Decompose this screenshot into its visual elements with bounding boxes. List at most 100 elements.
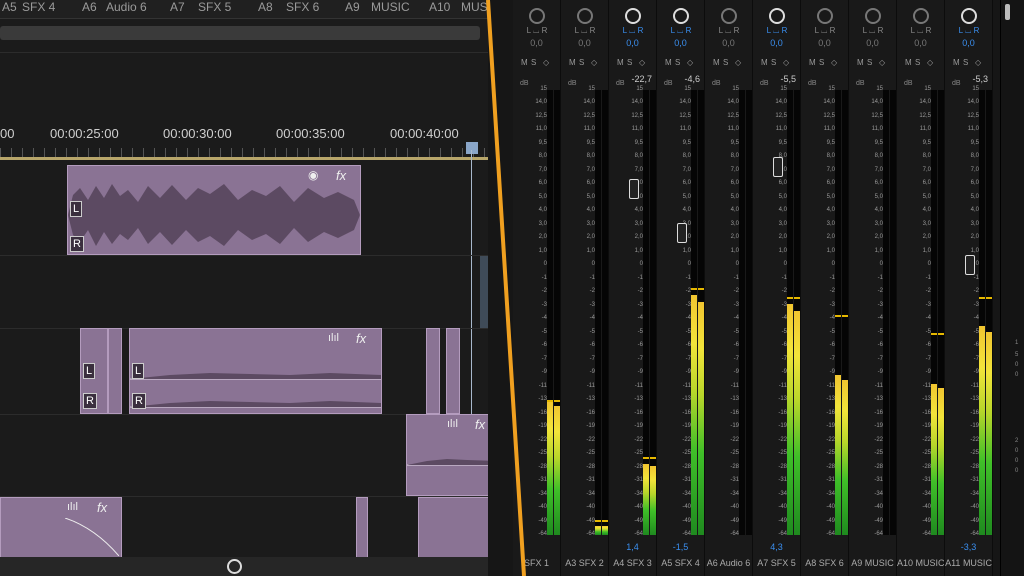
scale-tick-label: -1: [637, 274, 643, 281]
audio-clip[interactable]: [446, 328, 460, 414]
scale-tick-label: 14,0: [775, 99, 787, 106]
solo-button[interactable]: S: [531, 58, 536, 67]
volume-value[interactable]: 4,3: [753, 542, 800, 552]
mute-button[interactable]: M: [569, 58, 576, 67]
work-area-bar[interactable]: [0, 157, 524, 160]
fx-badge[interactable]: fx: [475, 417, 485, 432]
scroll-handle-icon[interactable]: [227, 559, 242, 574]
audio-clip[interactable]: [426, 328, 440, 414]
scale-tick-label: -9: [877, 369, 883, 376]
mute-button[interactable]: M: [761, 58, 768, 67]
mute-button[interactable]: M: [713, 58, 720, 67]
pan-value[interactable]: 0,0: [801, 38, 848, 48]
volume-fader[interactable]: [965, 254, 975, 275]
pan-knob-icon[interactable]: [769, 8, 785, 24]
mute-button[interactable]: M: [809, 58, 816, 67]
pan-knob-icon[interactable]: [625, 8, 641, 24]
scale-tick-label: 2,0: [826, 234, 835, 241]
channel-right-label: R: [83, 393, 97, 409]
pan-value[interactable]: 0,0: [513, 38, 560, 48]
pan-value[interactable]: 0,0: [849, 38, 896, 48]
record-icon[interactable]: ◇: [927, 58, 933, 67]
pan-value[interactable]: 0,0: [753, 38, 800, 48]
pan-knob-icon[interactable]: [961, 8, 977, 24]
audio-clip[interactable]: L R ılıl fx: [129, 328, 382, 414]
pan-knob-icon[interactable]: [817, 8, 833, 24]
record-icon[interactable]: ◇: [735, 58, 741, 67]
horizontal-scrollbar[interactable]: [0, 557, 524, 576]
solo-button[interactable]: S: [771, 58, 776, 67]
volume-value[interactable]: -1,5: [657, 542, 704, 552]
scale-tick-label: -3: [829, 301, 835, 308]
solo-button[interactable]: S: [579, 58, 584, 67]
divider: [0, 52, 524, 53]
audio-clip[interactable]: [108, 328, 122, 414]
audio-icon: ılıl: [447, 418, 458, 430]
scale-tick-label: -22: [538, 436, 547, 443]
audio-clip[interactable]: L R: [80, 328, 108, 414]
record-icon[interactable]: ◇: [831, 58, 837, 67]
pan-knob-icon[interactable]: [673, 8, 689, 24]
mute-button[interactable]: M: [857, 58, 864, 67]
timecode-label: 00:00:30:00: [163, 126, 232, 141]
fx-badge[interactable]: fx: [336, 168, 346, 183]
scale-tick-label: -7: [733, 355, 739, 362]
volume-value[interactable]: -3,3: [945, 542, 992, 552]
pan-value[interactable]: 0,0: [705, 38, 752, 48]
solo-button[interactable]: S: [915, 58, 920, 67]
volume-value[interactable]: 1,4: [609, 542, 656, 552]
pan-knob-icon[interactable]: [721, 8, 737, 24]
scale-tick-label: 7,0: [730, 166, 739, 173]
scale-tick-label: 4,0: [730, 207, 739, 214]
scale-tick-label: 5,0: [586, 193, 595, 200]
fx-badge[interactable]: fx: [356, 331, 366, 346]
playhead-handle[interactable]: [466, 142, 478, 154]
pan-value[interactable]: 0,0: [657, 38, 704, 48]
solo-button[interactable]: S: [819, 58, 824, 67]
scale-tick-label: 0: [543, 261, 547, 268]
scale-tick-label: -64: [634, 531, 643, 537]
pan-value[interactable]: 0,0: [945, 38, 992, 48]
record-icon[interactable]: ◇: [975, 58, 981, 67]
pan-value[interactable]: 0,0: [897, 38, 944, 48]
meter-fill: [842, 379, 848, 535]
solo-button[interactable]: S: [867, 58, 872, 67]
solo-button[interactable]: S: [675, 58, 680, 67]
pan-value[interactable]: 0,0: [561, 38, 608, 48]
pan-knob-icon[interactable]: [865, 8, 881, 24]
pan-knob-icon[interactable]: [913, 8, 929, 24]
solo-button[interactable]: S: [963, 58, 968, 67]
volume-fader[interactable]: [677, 223, 687, 244]
record-icon[interactable]: ◇: [543, 58, 549, 67]
fx-badge[interactable]: fx: [97, 500, 107, 515]
scale-tick-label: -2: [973, 288, 979, 295]
mute-button[interactable]: M: [617, 58, 624, 67]
mute-button[interactable]: M: [953, 58, 960, 67]
mute-button[interactable]: M: [665, 58, 672, 67]
record-icon[interactable]: ◇: [591, 58, 597, 67]
vertical-scrollbar-thumb[interactable]: [1005, 4, 1010, 20]
record-icon[interactable]: ◇: [687, 58, 693, 67]
record-icon[interactable]: ◇: [639, 58, 645, 67]
audio-clip[interactable]: ılıl fx: [406, 414, 500, 496]
waveform: [407, 459, 499, 466]
pan-knob-icon[interactable]: [529, 8, 545, 24]
pan-value[interactable]: 0,0: [609, 38, 656, 48]
mute-button[interactable]: M: [521, 58, 528, 67]
mute-button[interactable]: M: [905, 58, 912, 67]
pan-knob-icon[interactable]: [577, 8, 593, 24]
record-icon[interactable]: ◇: [783, 58, 789, 67]
solo-button[interactable]: S: [723, 58, 728, 67]
volume-fader[interactable]: [773, 156, 783, 177]
scale-tick-label: 3,0: [538, 220, 547, 227]
audio-clip[interactable]: ılıl fx: [0, 497, 122, 559]
track-num: A7: [170, 0, 185, 14]
audio-clip[interactable]: L R ◉ fx: [67, 165, 361, 255]
timecode-label: 00:00:35:00: [276, 126, 345, 141]
record-icon[interactable]: ◇: [879, 58, 885, 67]
audio-clip[interactable]: [356, 497, 368, 559]
volume-fader[interactable]: [629, 178, 639, 199]
scale-tick-label: 6,0: [826, 180, 835, 187]
zoom-scrollbar[interactable]: [0, 26, 480, 40]
solo-button[interactable]: S: [627, 58, 632, 67]
